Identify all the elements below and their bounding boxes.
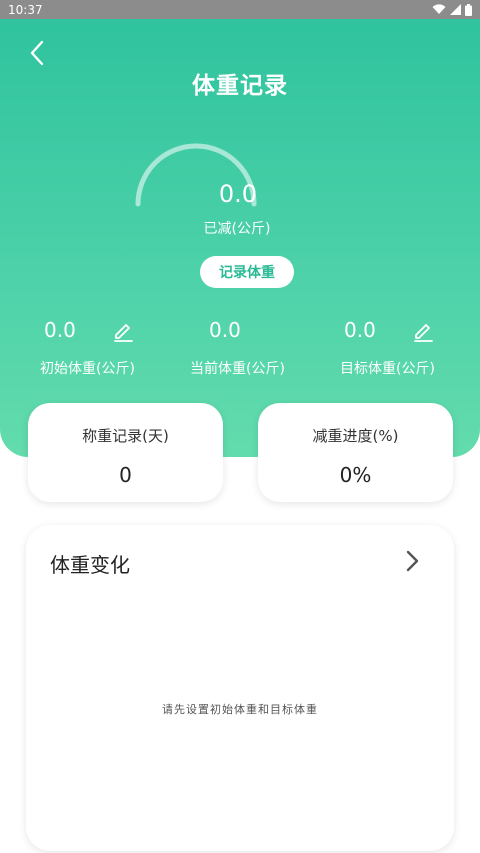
- target-weight-stat: 0.0 目标体重(公斤): [338, 318, 480, 382]
- current-weight-label: 当前体重(公斤): [190, 361, 285, 377]
- page-title: 体重记录: [192, 73, 288, 99]
- lost-weight-value: 0.0: [218, 180, 258, 208]
- current-weight-stat: 0.0 当前体重(公斤): [188, 318, 348, 382]
- initial-weight-label: 初始体重(公斤): [40, 361, 135, 377]
- status-time: 10:37: [8, 2, 43, 17]
- initial-weight-stat: 0.0 初始体重(公斤): [38, 318, 198, 382]
- edit-target-weight-icon[interactable]: [412, 320, 434, 342]
- chevron-left-icon: [30, 40, 44, 66]
- status-bar: 10:37: [0, 0, 480, 19]
- lost-weight-label: 已减(公斤): [203, 221, 271, 237]
- loss-progress-value: 0%: [339, 463, 372, 487]
- target-weight-label: 目标体重(公斤): [340, 361, 435, 377]
- signal-icon: [450, 4, 461, 15]
- edit-initial-weight-icon[interactable]: [112, 320, 134, 342]
- initial-weight-value: 0.0: [44, 318, 76, 342]
- battery-icon: [465, 3, 472, 16]
- status-icons: [432, 3, 472, 16]
- weight-change-title: 体重变化: [50, 553, 130, 577]
- weigh-records-value: 0: [119, 463, 132, 487]
- weight-change-empty-text: 请先设置初始体重和目标体重: [162, 703, 318, 716]
- loss-progress-title: 减重进度(%): [312, 427, 399, 445]
- target-weight-value: 0.0: [344, 318, 376, 342]
- weight-change-card[interactable]: 体重变化 请先设置初始体重和目标体重: [26, 525, 454, 851]
- chevron-right-icon[interactable]: [400, 549, 424, 573]
- loss-progress-card[interactable]: 减重进度(%) 0%: [258, 403, 453, 502]
- back-button[interactable]: [22, 38, 52, 68]
- weigh-records-title: 称重记录(天): [82, 427, 169, 445]
- record-weight-button[interactable]: 记录体重: [200, 256, 294, 288]
- current-weight-value: 0.0: [209, 318, 241, 342]
- weigh-records-card[interactable]: 称重记录(天) 0: [28, 403, 223, 502]
- wifi-icon: [432, 4, 446, 14]
